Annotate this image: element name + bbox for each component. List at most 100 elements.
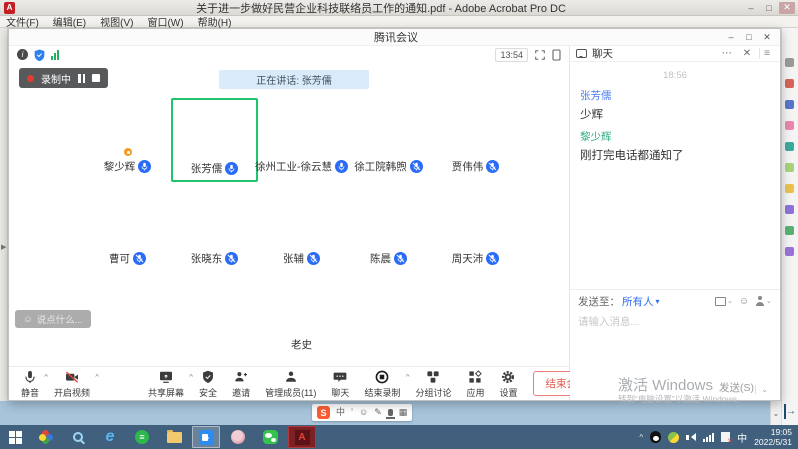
voice-input-icon[interactable]: [388, 409, 393, 416]
chat-message-list[interactable]: 18:56 张芳儒 少辉 黎少辉 刚打完电话都通知了: [570, 62, 780, 289]
taskbar-item-360[interactable]: ≡: [128, 426, 156, 448]
send-button[interactable]: 发送(S): [719, 380, 754, 395]
acrobat-tool-icon[interactable]: [785, 226, 794, 235]
start-video-button[interactable]: 开启视频 ^: [54, 369, 90, 399]
apostrophe-icon[interactable]: ’: [351, 406, 353, 419]
participant-cell[interactable]: 徐工院韩煦: [345, 98, 432, 182]
acrobat-expand-panel-icon[interactable]: →: [784, 404, 797, 419]
participant-cell[interactable]: 周天沛: [432, 190, 519, 268]
sogou-logo-icon[interactable]: S: [317, 406, 330, 419]
toolbox-icon[interactable]: ▦: [399, 406, 408, 419]
mention-member-button[interactable]: ⌄: [755, 296, 772, 306]
acrobat-tools-strip: [781, 28, 798, 425]
acrobat-tool-icon[interactable]: [785, 205, 794, 214]
security-button[interactable]: 安全: [199, 369, 217, 399]
taskbar-item-acrobat-active[interactable]: A: [288, 426, 316, 448]
chat-panel-menu-toggle[interactable]: ≡: [759, 48, 774, 59]
meeting-info-icon[interactable]: i: [17, 49, 28, 60]
taskbar-item-wechat[interactable]: [256, 426, 284, 448]
participant-cell[interactable]: 张晓东: [171, 190, 258, 268]
acrobat-tool-icon[interactable]: [785, 100, 794, 109]
acrobat-tool-icon[interactable]: [785, 58, 794, 67]
handwriting-icon[interactable]: ✎: [374, 406, 382, 419]
chat-button[interactable]: 聊天: [331, 369, 349, 399]
end-recording-button[interactable]: 结束录制 ^: [364, 369, 400, 399]
start-button[interactable]: [0, 425, 30, 449]
taskbar-item-meeting-active[interactable]: [192, 426, 220, 448]
taskbar-item-search[interactable]: [64, 426, 92, 448]
acrobat-tool-icon[interactable]: [785, 247, 794, 256]
recording-options-chevron-icon[interactable]: ^: [406, 372, 410, 379]
send-options-chevron-icon[interactable]: ⌄: [755, 385, 768, 394]
taskbar-item-contact[interactable]: [224, 426, 252, 448]
menu-file[interactable]: 文件(F): [6, 14, 39, 29]
ime-indicator[interactable]: 中: [737, 430, 747, 445]
participant-cell[interactable]: 张辅: [258, 190, 345, 268]
emoji-icon[interactable]: ☺: [359, 406, 368, 419]
danmaku-input[interactable]: ☺ 说点什么...: [15, 310, 91, 328]
acrobat-tool-icon[interactable]: [785, 142, 794, 151]
participant-cell[interactable]: 陈晨: [345, 190, 432, 268]
acrobat-tool-icon[interactable]: [785, 163, 794, 172]
scroll-down-icon[interactable]: ⌄: [771, 409, 781, 418]
chat-message-input[interactable]: [570, 312, 780, 332]
switch-view-icon[interactable]: [552, 49, 561, 61]
acrobat-restore-button[interactable]: □: [761, 2, 777, 14]
menu-edit[interactable]: 编辑(E): [53, 14, 86, 29]
taskbar-item-ie[interactable]: e: [96, 426, 124, 448]
menu-view[interactable]: 视图(V): [100, 14, 133, 29]
volume-icon[interactable]: [686, 433, 696, 441]
taskbar-clock[interactable]: 19:05 2022/5/31: [754, 427, 794, 447]
send-to-value[interactable]: 所有人: [622, 294, 654, 309]
video-options-chevron-icon[interactable]: ^: [95, 372, 99, 379]
chat-more-button[interactable]: ⋯: [719, 48, 735, 59]
meeting-close-button[interactable]: ✕: [759, 31, 775, 43]
network-icon[interactable]: [703, 433, 714, 442]
menu-window[interactable]: 窗口(W): [147, 14, 183, 29]
participant-cell[interactable]: 贾伟伟: [432, 98, 519, 182]
mute-button[interactable]: 静音 ^: [21, 369, 39, 399]
acrobat-tool-icon[interactable]: [785, 121, 794, 130]
acrobat-close-button[interactable]: ✕: [779, 2, 795, 14]
acrobat-tool-icon[interactable]: [785, 184, 794, 193]
stop-recording-button[interactable]: [92, 74, 100, 82]
taskbar-item-explorer[interactable]: [160, 426, 188, 448]
apps-button[interactable]: 应用: [466, 369, 484, 399]
send-to-dropdown-icon[interactable]: ▾: [656, 297, 660, 306]
qq-tray-icon[interactable]: [650, 431, 661, 443]
mic-status-icon: [394, 252, 407, 265]
fullscreen-icon[interactable]: [534, 49, 546, 61]
invite-button[interactable]: 邀请: [232, 369, 250, 399]
share-options-chevron-icon[interactable]: ^: [189, 372, 193, 379]
tray-expand-icon[interactable]: ^: [639, 433, 643, 442]
emoji-button[interactable]: ☺: [739, 296, 749, 307]
taskbar-item-utility[interactable]: [32, 426, 60, 448]
breakout-rooms-button[interactable]: 分组讨论: [415, 369, 451, 399]
share-screen-button[interactable]: 共享屏幕 ^: [148, 369, 184, 399]
acrobat-minimize-button[interactable]: –: [743, 2, 759, 14]
acrobat-scrollbar[interactable]: ⌄: [770, 401, 781, 425]
pause-recording-button[interactable]: [78, 74, 85, 83]
signal-strength-icon[interactable]: [51, 50, 59, 60]
participant-cell[interactable]: 黎少辉: [84, 98, 171, 182]
meeting-minimize-button[interactable]: –: [723, 31, 739, 43]
left-panel-expand-icon[interactable]: ▶: [1, 243, 6, 251]
ime-mode-icon[interactable]: 中: [336, 406, 345, 419]
notification-error-icon[interactable]: [721, 432, 730, 442]
participant-cell[interactable]: 老史: [258, 276, 345, 354]
acrobat-tool-icon[interactable]: [785, 79, 794, 88]
settings-button[interactable]: 设置: [499, 369, 517, 399]
sogou-input-bar[interactable]: S 中 ’ ☺ ✎ ▦: [312, 404, 412, 421]
meeting-maximize-button[interactable]: □: [741, 31, 757, 43]
participant-cell[interactable]: 徐州工业-徐云慧: [258, 98, 345, 182]
participant-cell-speaking[interactable]: 张芳儒: [171, 98, 258, 182]
antivirus-tray-icon[interactable]: [668, 432, 679, 443]
meeting-window: 腾讯会议 – □ ✕ i 13:54 录制中 正: [8, 28, 781, 401]
manage-members-button[interactable]: 管理成员(11): [265, 369, 316, 399]
participant-cell[interactable]: 曹可: [84, 190, 171, 268]
mic-options-chevron-icon[interactable]: ^: [44, 372, 48, 379]
network-security-shield-icon[interactable]: [34, 49, 45, 61]
chat-close-button[interactable]: ✕: [740, 48, 754, 59]
menu-help[interactable]: 帮助(H): [198, 14, 232, 29]
screenshot-button[interactable]: ⌄: [715, 297, 733, 306]
